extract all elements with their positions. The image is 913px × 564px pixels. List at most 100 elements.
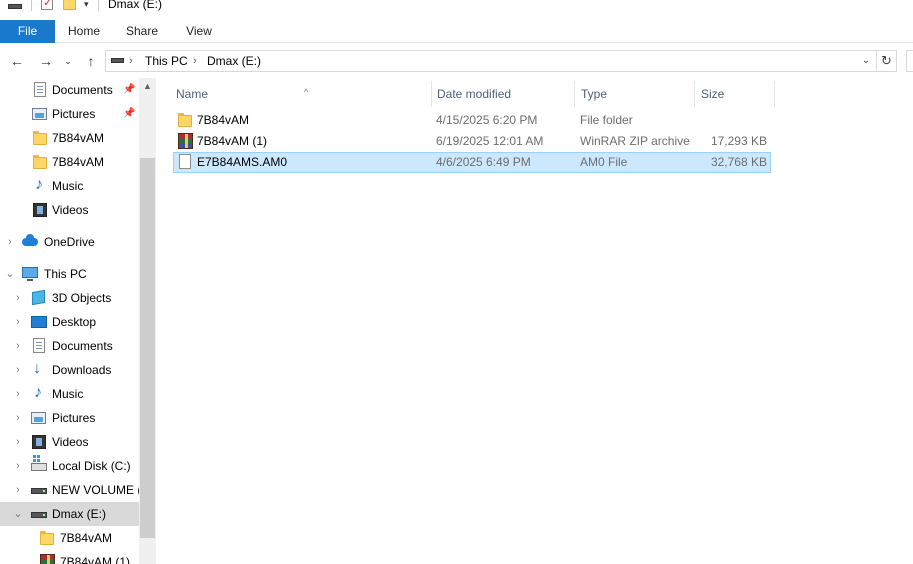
nav-item-archive[interactable]: 7B84vAM (1) — [0, 550, 139, 564]
drive-icon — [111, 58, 124, 63]
file-row[interactable]: 7B84vAM 4/15/2025 6:20 PM File folder — [173, 110, 771, 131]
nav-item-folder[interactable]: 7B84vAM — [0, 526, 139, 550]
downloads-icon: ↓ — [33, 360, 41, 377]
nav-item-label: 7B84vAM (1) — [60, 555, 131, 564]
nav-item-documents[interactable]: Documents 📌 — [0, 78, 139, 102]
expand-chevron-icon[interactable]: › — [12, 382, 24, 406]
expand-chevron-icon[interactable]: › — [12, 454, 24, 478]
pictures-icon — [32, 106, 48, 122]
expand-chevron-icon[interactable]: › — [12, 334, 24, 358]
music-icon: ♪ — [35, 176, 43, 193]
column-header-date[interactable]: Date modified — [431, 81, 575, 107]
address-dropdown-chevron-icon[interactable]: ⌄ — [856, 51, 876, 71]
nav-item-label: Downloads — [52, 363, 112, 377]
tab-view[interactable]: View — [176, 20, 222, 43]
nav-item-label: Dmax (E:) — [52, 507, 106, 521]
desktop-icon — [31, 314, 47, 330]
nav-item-documents[interactable]: › Documents — [0, 334, 139, 358]
nav-item-this-pc[interactable]: ⌄ This PC — [0, 262, 139, 286]
3d-objects-icon — [31, 289, 47, 306]
collapse-chevron-icon[interactable]: ⌄ — [12, 502, 24, 526]
drive-icon — [8, 0, 22, 11]
breadcrumb-this-pc[interactable]: This PC — [145, 51, 188, 71]
file-size: 17,293 KB — [710, 134, 767, 148]
nav-item-label: Videos — [52, 203, 89, 217]
column-header-name[interactable]: Name ^ — [170, 81, 432, 107]
expand-chevron-icon[interactable]: › — [12, 430, 24, 454]
refresh-icon[interactable]: ↻ — [877, 50, 897, 72]
folder-icon — [177, 112, 193, 128]
nav-item-label: 7B84vAM — [52, 131, 105, 145]
tab-file[interactable]: File — [0, 20, 55, 43]
local-disk-icon — [31, 458, 47, 474]
videos-icon — [32, 202, 48, 218]
folder-icon — [32, 130, 48, 146]
file-date: 4/6/2025 6:49 PM — [436, 155, 531, 169]
file-row-selected[interactable]: E7B84AMS.AM0 4/6/2025 6:49 PM AM0 File 3… — [173, 152, 771, 173]
onedrive-icon — [22, 234, 38, 250]
nav-item-label: Documents — [52, 339, 113, 353]
nav-item-label: 7B84vAM — [60, 531, 113, 545]
collapse-chevron-icon[interactable]: ⌄ — [4, 262, 16, 286]
expand-chevron-icon[interactable]: › — [12, 310, 24, 334]
breadcrumb-separator-icon[interactable]: › — [193, 51, 197, 71]
forward-arrow-icon[interactable]: → — [35, 51, 57, 71]
nav-item-label: 3D Objects — [52, 291, 112, 305]
nav-item-onedrive[interactable]: › OneDrive — [0, 230, 139, 254]
nav-item-desktop[interactable]: › Desktop — [0, 310, 139, 334]
nav-item-label: Local Disk (C:) — [52, 459, 131, 473]
scroll-up-arrow-icon[interactable]: ▲ — [139, 78, 156, 95]
this-pc-icon — [22, 266, 38, 282]
expand-chevron-icon[interactable]: › — [12, 358, 24, 382]
window-title: Dmax (E:) — [108, 0, 162, 11]
nav-item-local-disk[interactable]: › Local Disk (C:) — [0, 454, 139, 478]
pictures-icon — [31, 410, 47, 426]
column-header-type[interactable]: Type — [575, 81, 695, 107]
title-divider — [31, 0, 32, 11]
customize-toolbar-icon[interactable]: ▾ — [84, 0, 89, 11]
expand-chevron-icon[interactable]: › — [4, 230, 16, 254]
file-type: WinRAR ZIP archive — [580, 134, 690, 148]
recent-locations-chevron-icon[interactable]: ⌄ — [57, 51, 79, 71]
nav-item-label: This PC — [44, 267, 87, 281]
nav-item-music[interactable]: ♪ Music — [0, 174, 139, 198]
back-arrow-icon[interactable]: ← — [6, 51, 28, 71]
nav-item-label: Music — [52, 179, 84, 193]
nav-item-label: NEW VOLUME (D:) — [52, 483, 139, 497]
up-arrow-icon[interactable]: ↑ — [80, 51, 102, 71]
new-folder-icon[interactable] — [63, 0, 76, 11]
nav-item-videos[interactable]: Videos — [0, 198, 139, 222]
address-bar[interactable]: › This PC › Dmax (E:) ⌄ — [105, 50, 877, 72]
drive-icon — [31, 482, 47, 498]
nav-item-music[interactable]: › ♪ Music — [0, 382, 139, 406]
music-icon: ♪ — [34, 384, 42, 401]
nav-item-pictures[interactable]: Pictures 📌 — [0, 102, 139, 126]
nav-item-videos[interactable]: › Videos — [0, 430, 139, 454]
column-header-size[interactable]: Size — [695, 81, 775, 107]
expand-chevron-icon[interactable]: › — [12, 478, 24, 502]
nav-item-dmax[interactable]: ⌄ Dmax (E:) — [0, 502, 139, 526]
expand-chevron-icon[interactable]: › — [12, 406, 24, 430]
properties-checkbox-icon[interactable]: ✓ — [41, 0, 53, 11]
file-size — [693, 110, 767, 131]
nav-item-downloads[interactable]: › ↓ Downloads — [0, 358, 139, 382]
expand-chevron-icon[interactable]: › — [12, 286, 24, 310]
scrollbar-thumb[interactable] — [140, 158, 155, 538]
documents-icon — [31, 338, 47, 354]
search-input[interactable] — [906, 50, 913, 72]
nav-item-3d-objects[interactable]: › 3D Objects — [0, 286, 139, 310]
nav-item-label: Pictures — [52, 107, 96, 121]
nav-item-new-volume[interactable]: › NEW VOLUME (D:) — [0, 478, 139, 502]
tab-share[interactable]: Share — [118, 20, 166, 43]
nav-scrollbar[interactable]: ▲ — [139, 78, 156, 564]
tab-home[interactable]: Home — [60, 20, 108, 43]
breadcrumb-separator-icon[interactable]: › — [129, 51, 133, 71]
nav-item-folder[interactable]: 7B84vAM — [0, 150, 139, 174]
nav-item-pictures[interactable]: › Pictures — [0, 406, 139, 430]
file-date: 4/15/2025 6:20 PM — [436, 113, 538, 127]
breadcrumb-dmax[interactable]: Dmax (E:) — [207, 51, 261, 71]
documents-icon — [32, 82, 48, 98]
nav-item-folder[interactable]: 7B84vAM — [0, 126, 139, 150]
file-row[interactable]: 7B84vAM (1) 6/19/2025 12:01 AM WinRAR ZI… — [173, 131, 771, 152]
file-date: 6/19/2025 12:01 AM — [436, 134, 544, 148]
